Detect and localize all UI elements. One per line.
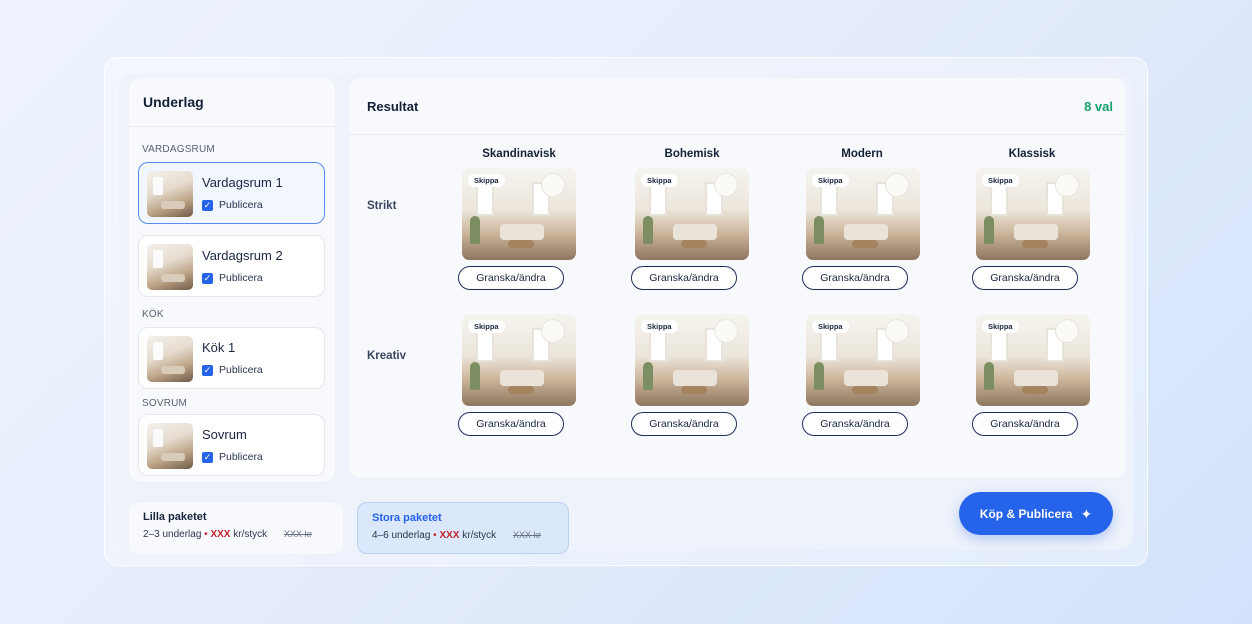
result-image[interactable]: Skippa (806, 314, 920, 406)
publish-toggle[interactable]: ✓ Publicera (202, 272, 263, 284)
checkbox-checked-icon[interactable]: ✓ (202, 199, 213, 211)
source-item-name: Vardagsrum 1 (202, 175, 283, 190)
style-column-bohemisk: Bohemisk (664, 148, 720, 160)
skip-button[interactable]: Skippa (468, 320, 505, 333)
source-item-kok-1[interactable]: Kök 1 ✓ Publicera (138, 327, 325, 389)
package-price: XXX (210, 529, 231, 540)
section-label-kok: KÖK (142, 309, 164, 320)
sparkle-icon: ✦ (1080, 505, 1093, 522)
result-image[interactable]: Skippa (976, 314, 1090, 406)
publish-label: Publicera (219, 364, 263, 376)
source-item-vardagsrum-2[interactable]: Vardagsrum 2 ✓ Publicera (138, 235, 325, 297)
results-panel: Resultat 8 val Skandinavisk Bohemisk Mod… (349, 78, 1125, 478)
publish-label: Publicera (219, 272, 263, 284)
room-thumbnail (147, 244, 193, 290)
source-panel: Underlag VARDAGSRUM Vardagsrum 1 ✓ Publi… (129, 78, 335, 482)
separator: • (433, 530, 437, 541)
package-range: 4–6 underlag (372, 530, 431, 541)
style-column-skandinavisk: Skandinavisk (482, 148, 556, 160)
buy-publish-label: Köp & Publicera (979, 506, 1073, 521)
result-cell: Skippa Granska/ändra (972, 314, 1090, 444)
source-panel-title: Underlag (129, 78, 335, 127)
review-edit-button[interactable]: Granska/ändra (802, 266, 908, 290)
result-cell: Skippa Granska/ändra (631, 314, 749, 444)
checkbox-checked-icon[interactable]: ✓ (202, 272, 213, 284)
package-range: 2–3 underlag (143, 529, 202, 540)
publish-toggle[interactable]: ✓ Publicera (202, 199, 263, 211)
skip-button[interactable]: Skippa (982, 320, 1019, 333)
checkbox-checked-icon[interactable]: ✓ (202, 364, 213, 376)
app-frame: Underlag VARDAGSRUM Vardagsrum 1 ✓ Publi… (104, 57, 1148, 566)
review-edit-button[interactable]: Granska/ändra (631, 266, 737, 290)
result-cell: Skippa Granska/ändra (631, 168, 749, 298)
result-image[interactable]: Skippa (635, 168, 749, 260)
package-old-price: XXX kr (283, 529, 312, 539)
room-thumbnail (147, 336, 193, 382)
result-cell: Skippa Granska/ändra (802, 168, 920, 298)
review-edit-button[interactable]: Granska/ändra (631, 412, 737, 436)
review-edit-button[interactable]: Granska/ändra (972, 266, 1078, 290)
buy-publish-button[interactable]: Köp & Publicera ✦ (959, 492, 1113, 535)
publish-toggle[interactable]: ✓ Publicera (202, 451, 263, 463)
publish-label: Publicera (219, 451, 263, 463)
skip-button[interactable]: Skippa (641, 320, 678, 333)
section-label-sovrum: SOVRUM (142, 398, 188, 409)
source-item-name: Kök 1 (202, 340, 236, 355)
result-image[interactable]: Skippa (462, 314, 576, 406)
result-cell: Skippa Granska/ändra (458, 314, 576, 444)
package-title: Lilla paketet (143, 511, 207, 523)
source-item-sovrum[interactable]: Sovrum ✓ Publicera (138, 414, 325, 476)
source-item-vardagsrum-1[interactable]: Vardagsrum 1 ✓ Publicera (138, 162, 325, 224)
package-price: XXX (439, 530, 460, 541)
separator: • (204, 529, 208, 540)
package-old-price: XXX kr (512, 530, 541, 540)
skip-button[interactable]: Skippa (812, 174, 849, 187)
package-large[interactable]: Stora paketet 4–6 underlag • XXX kr/styc… (357, 502, 569, 554)
style-column-modern: Modern (841, 148, 883, 160)
results-title: Resultat (367, 99, 419, 114)
package-unit: kr/styck (233, 529, 268, 540)
main-card: Underlag VARDAGSRUM Vardagsrum 1 ✓ Publi… (119, 74, 1133, 554)
result-cell: Skippa Granska/ändra (972, 168, 1090, 298)
package-small[interactable]: Lilla paketet 2–3 underlag • XXX kr/styc… (129, 502, 343, 554)
publish-toggle[interactable]: ✓ Publicera (202, 364, 263, 376)
review-edit-button[interactable]: Granska/ändra (972, 412, 1078, 436)
source-item-name: Vardagsrum 2 (202, 248, 283, 263)
room-thumbnail (147, 423, 193, 469)
package-details: 2–3 underlag • XXX kr/styck XXX kr (143, 529, 329, 540)
checkbox-checked-icon[interactable]: ✓ (202, 451, 213, 463)
review-edit-button[interactable]: Granska/ändra (802, 412, 908, 436)
result-cell: Skippa Granska/ändra (802, 314, 920, 444)
review-edit-button[interactable]: Granska/ändra (458, 266, 564, 290)
section-label-vardagsrum: VARDAGSRUM (142, 144, 215, 155)
source-item-name: Sovrum (202, 427, 247, 442)
package-unit: kr/styck (462, 530, 497, 541)
skip-button[interactable]: Skippa (641, 174, 678, 187)
result-image[interactable]: Skippa (635, 314, 749, 406)
package-title: Stora paketet (372, 512, 442, 524)
row-label-strikt: Strikt (367, 200, 397, 212)
result-cell: Skippa Granska/ändra (458, 168, 576, 298)
package-details: 4–6 underlag • XXX kr/styck XXX kr (372, 530, 554, 541)
result-image[interactable]: Skippa (806, 168, 920, 260)
skip-button[interactable]: Skippa (982, 174, 1019, 187)
result-image[interactable]: Skippa (462, 168, 576, 260)
style-column-klassisk: Klassisk (1008, 148, 1056, 160)
review-edit-button[interactable]: Granska/ändra (458, 412, 564, 436)
publish-label: Publicera (219, 199, 263, 211)
skip-button[interactable]: Skippa (468, 174, 505, 187)
row-label-kreativ: Kreativ (367, 350, 406, 362)
skip-button[interactable]: Skippa (812, 320, 849, 333)
selection-count: 8 val (1084, 99, 1113, 114)
room-thumbnail (147, 171, 193, 217)
result-image[interactable]: Skippa (976, 168, 1090, 260)
results-header: Resultat 8 val (349, 78, 1125, 135)
